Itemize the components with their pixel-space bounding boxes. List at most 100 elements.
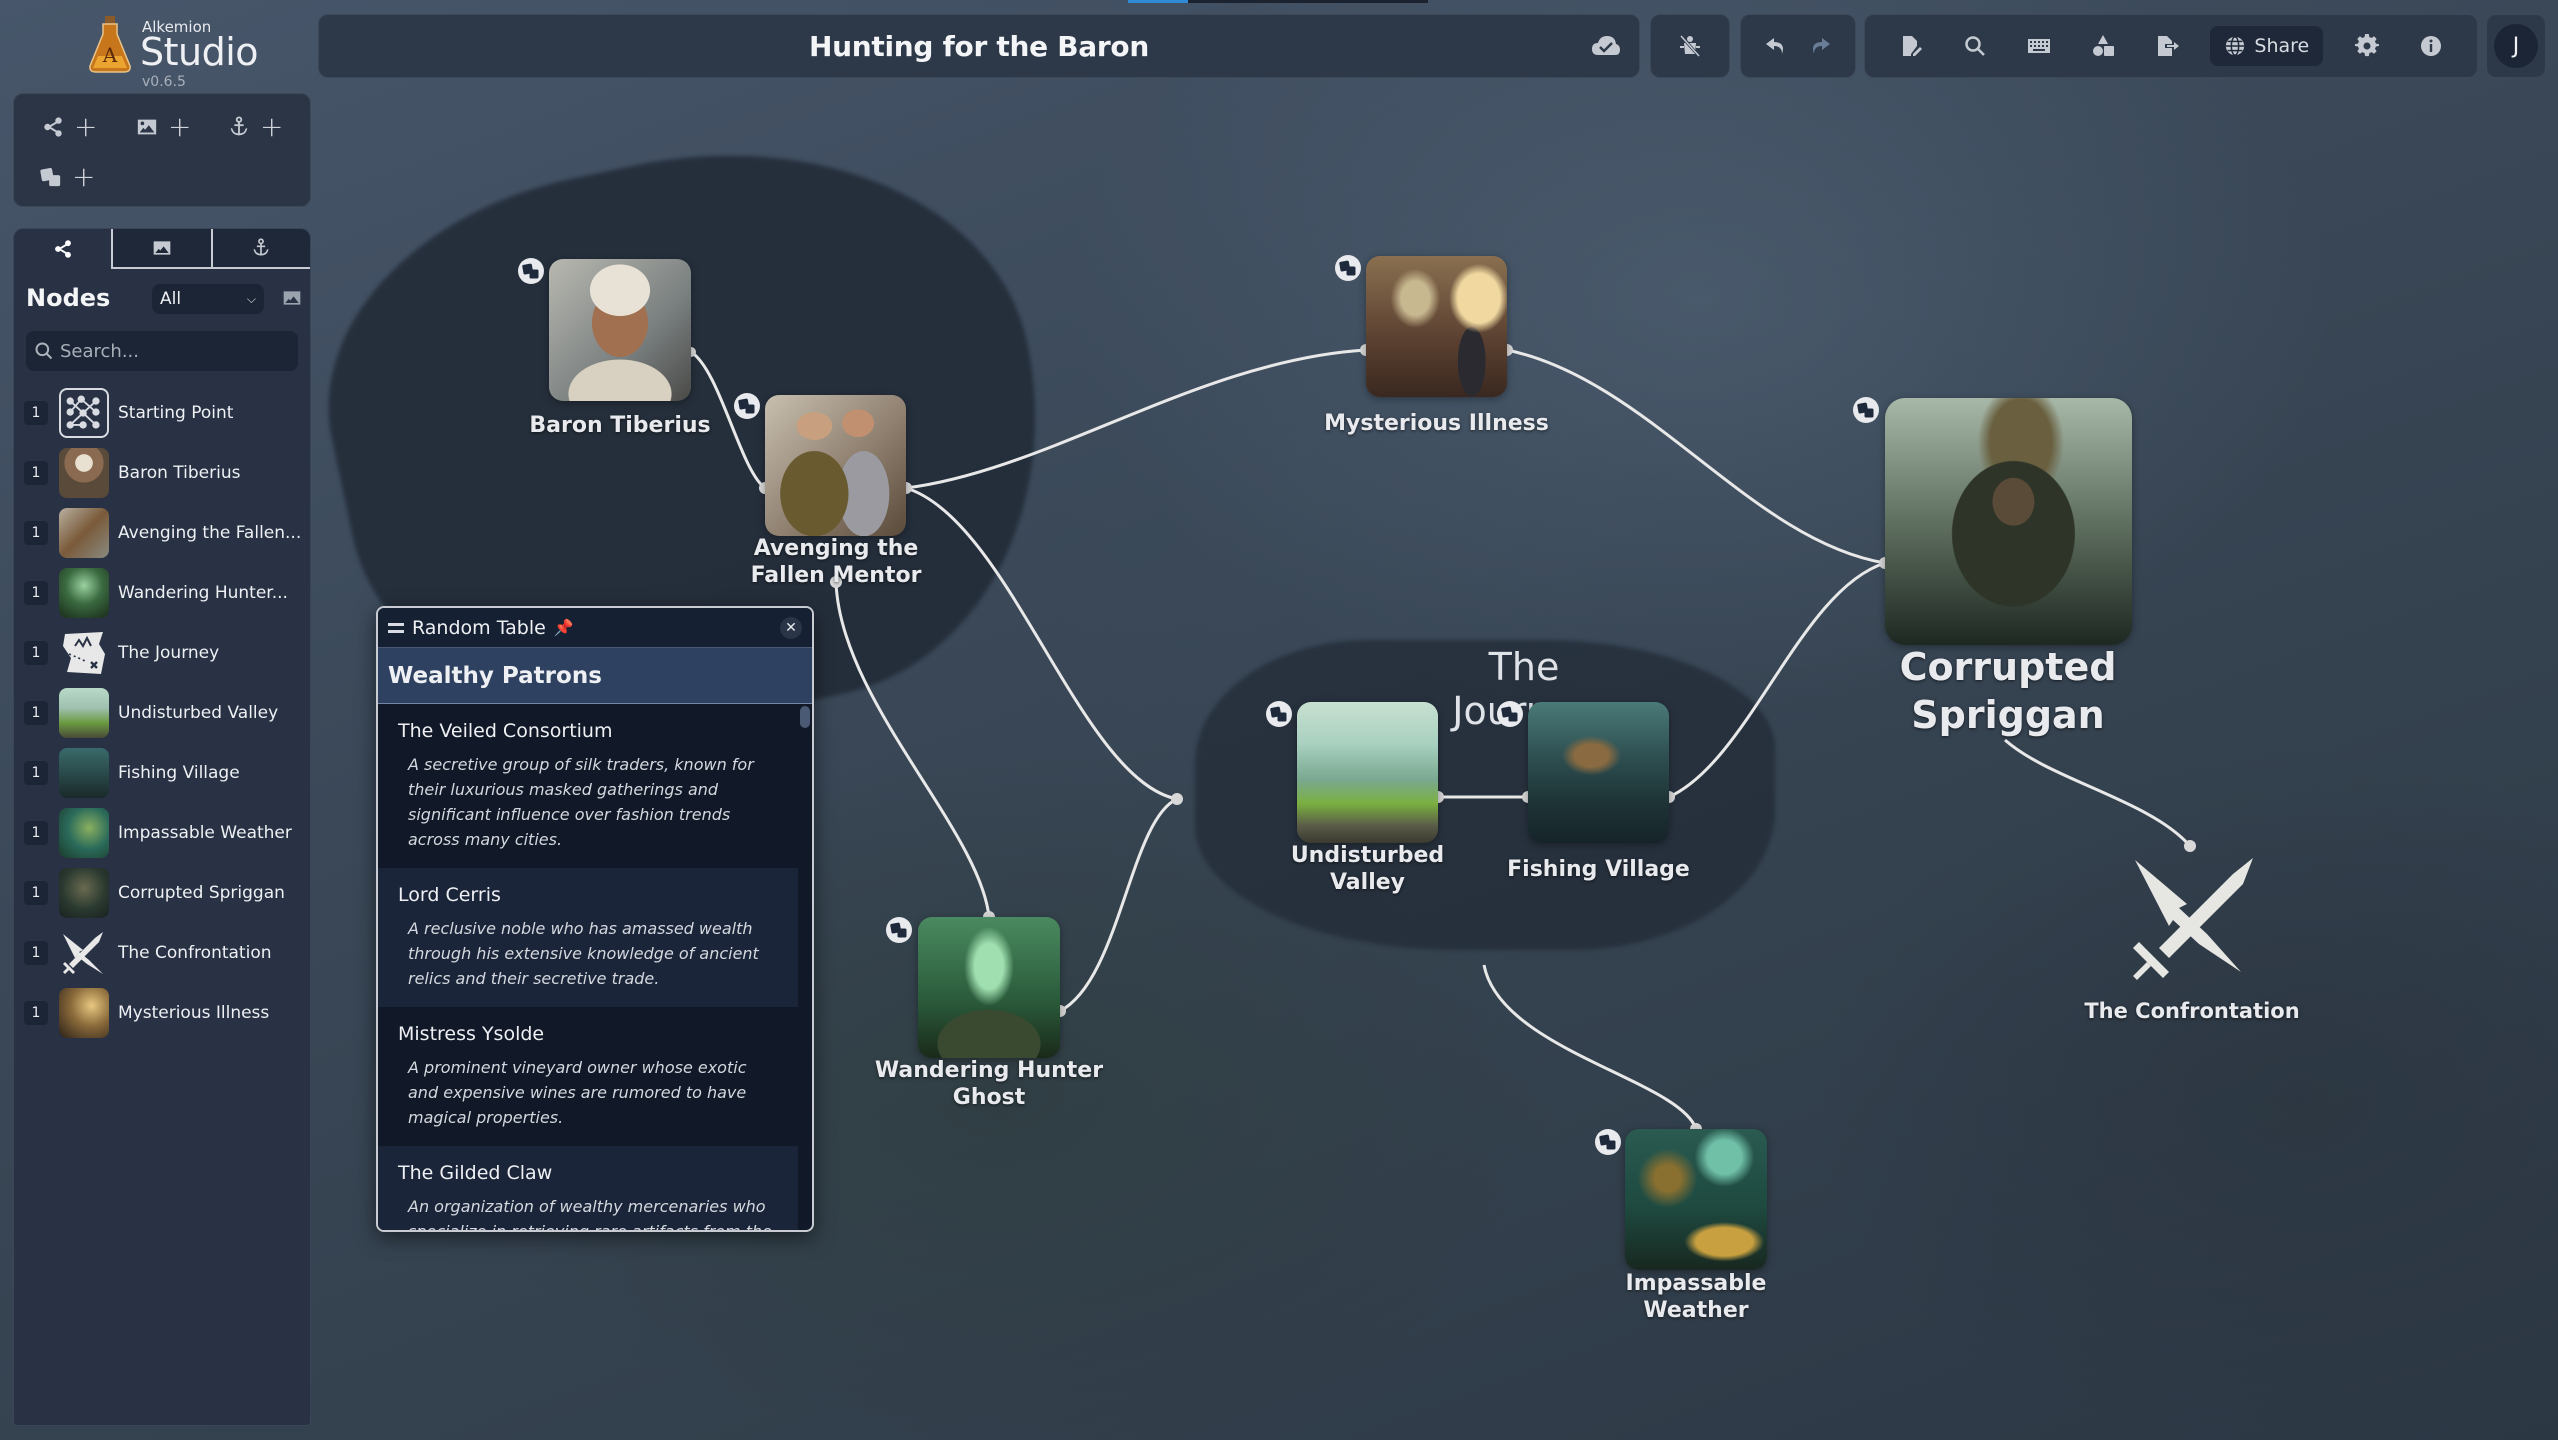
dice-icon [1270, 706, 1287, 722]
random-table-badge[interactable] [1335, 255, 1361, 281]
shapes-icon [2092, 35, 2114, 56]
node-count-badge: 1 [24, 401, 48, 425]
image-icon [283, 291, 301, 305]
anchor-icon [230, 116, 248, 136]
random-table-badge[interactable] [1497, 701, 1523, 727]
node-count-badge: 1 [24, 761, 48, 785]
file-pen-icon [1902, 36, 1922, 56]
node-list-name: Wandering Hunter... [118, 583, 288, 603]
info-icon [2421, 36, 2442, 56]
random-table-entry[interactable]: The Veiled Consortium A secretive group … [378, 704, 798, 868]
random-table-badge[interactable] [1595, 1129, 1621, 1155]
add-image-button[interactable]: + [136, 113, 191, 141]
node-list-name: The Journey [118, 643, 220, 663]
portrait-thumbnail [59, 508, 109, 558]
tab-anchors[interactable] [210, 229, 310, 269]
share-label: Share [2254, 35, 2310, 57]
node-count-badge: 1 [24, 581, 48, 605]
add-random-table-button[interactable]: + [40, 160, 96, 193]
add-anchor-button[interactable]: + [228, 113, 283, 141]
portrait-thumbnail [59, 448, 109, 498]
node-list-item[interactable]: 1 Avenging the Fallen... [14, 503, 310, 563]
user-avatar[interactable]: J [2494, 24, 2538, 68]
edit-document-button[interactable] [1891, 26, 1931, 66]
dice-icon [890, 922, 907, 938]
tab-images[interactable] [111, 229, 211, 269]
random-table-entry[interactable]: Mistress Ysolde A prominent vineyard own… [378, 1007, 798, 1146]
entry-title: The Gilded Claw [398, 1162, 553, 1184]
random-table-entry[interactable]: The Gilded Claw An organization of wealt… [378, 1146, 798, 1230]
node-list-name: Impassable Weather [118, 823, 292, 843]
search-button[interactable] [1955, 26, 1995, 66]
valley-thumbnail [59, 688, 109, 738]
node-list-item[interactable]: 1 Starting Point [14, 383, 310, 443]
node-label: Baron Tiberius [529, 413, 711, 438]
info-button[interactable] [2411, 26, 2451, 66]
node-list-name: Undisturbed Valley [118, 703, 279, 723]
node-list-name: The Confrontation [118, 943, 272, 963]
settings-button[interactable] [2347, 26, 2387, 66]
redo-icon [1813, 38, 1830, 54]
image-icon [153, 241, 171, 255]
anchor-icon [253, 238, 269, 256]
random-table-badge[interactable] [1853, 397, 1879, 423]
keyboard-shortcuts-button[interactable] [2019, 26, 2059, 66]
share-button[interactable]: Share [2210, 26, 2324, 66]
node-list-item[interactable]: 1 Impassable Weather [14, 803, 310, 863]
entry-description: A secretive group of silk traders, known… [408, 755, 754, 849]
header-history-group [1740, 14, 1856, 78]
plus-icon: + [72, 160, 96, 193]
node-list-item[interactable]: 1 Mysterious Illness [14, 983, 310, 1043]
node-label: Mysterious Illness [1324, 411, 1549, 436]
undo-button[interactable] [1756, 26, 1796, 66]
sidebar-tabs [14, 229, 310, 269]
tab-nodes[interactable] [14, 229, 112, 269]
crossed-swords-icon [2133, 858, 2253, 980]
shapes-button[interactable] [2083, 26, 2123, 66]
bug-off-button[interactable] [1670, 26, 1710, 66]
dice-icon [1599, 1134, 1616, 1150]
node-list-item[interactable]: 1 Corrupted Spriggan [14, 863, 310, 923]
add-node-button[interactable]: + [42, 113, 97, 141]
share-nodes-icon [44, 117, 62, 137]
drag-handle-icon[interactable] [388, 622, 404, 633]
undo-icon [1766, 38, 1783, 54]
node-list-item[interactable]: 1 Baron Tiberius [14, 443, 310, 503]
random-table-titlebar[interactable]: Random Table 📌 ✕ [378, 608, 812, 648]
node-count-badge: 1 [24, 521, 48, 545]
baron-tiberius-image [549, 259, 691, 401]
node-list-item[interactable]: 1 Wandering Hunter... [14, 563, 310, 623]
random-table-entry[interactable]: Lord Cerris A reclusive noble who has am… [378, 868, 798, 1007]
node-list-item[interactable]: 1 Undisturbed Valley [14, 683, 310, 743]
random-table-badge[interactable] [886, 917, 912, 943]
export-button[interactable] [2147, 26, 2187, 66]
random-table-badge[interactable] [1266, 701, 1292, 727]
cloud-check-icon[interactable] [1591, 33, 1621, 59]
redo-button[interactable] [1800, 26, 1840, 66]
random-table-entries: The Veiled Consortium A secretive group … [378, 704, 812, 1230]
random-table-badge[interactable] [734, 393, 760, 419]
keyboard-icon [2027, 39, 2050, 53]
node-count-badge: 1 [24, 641, 48, 665]
crossed-swords-icon [59, 928, 109, 978]
search-input[interactable] [60, 340, 280, 362]
node-count-badge: 1 [24, 881, 48, 905]
node-filter-select[interactable]: All ⌵ [152, 284, 264, 314]
node-label: Avenging the Fallen Mentor [750, 536, 922, 588]
node-list-item[interactable]: 1 The Journey [14, 623, 310, 683]
spriggan-thumbnail [59, 868, 109, 918]
node-label: The Confrontation [2084, 999, 2300, 1023]
node-list-item[interactable]: 1 Fishing Village [14, 743, 310, 803]
scrollbar-thumb[interactable] [800, 706, 810, 728]
undisturbed-valley-image [1297, 702, 1438, 843]
avenging-image [765, 395, 906, 536]
random-table-badge[interactable] [518, 258, 544, 284]
node-list-item[interactable]: 1 The Confrontation [14, 923, 310, 983]
pin-icon[interactable]: 📌 [554, 618, 574, 637]
toggle-thumbnails-button[interactable] [282, 288, 304, 310]
dice-icon [738, 398, 755, 414]
node-count-badge: 1 [24, 1001, 48, 1025]
close-button[interactable]: ✕ [780, 616, 802, 639]
node-label: Corrupted Spriggan [1899, 645, 2117, 737]
create-toolbox: + + + + [13, 93, 311, 207]
